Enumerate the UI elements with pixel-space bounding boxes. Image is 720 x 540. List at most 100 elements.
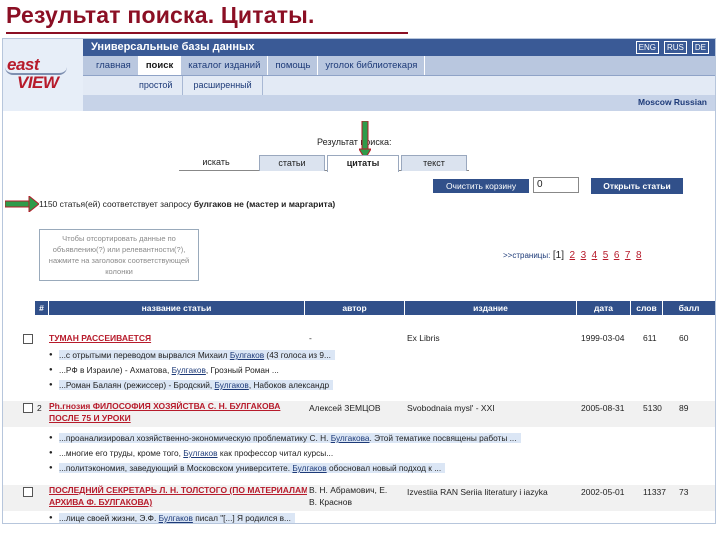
page-link[interactable]: 3: [581, 250, 587, 261]
lang-eng[interactable]: ENG: [635, 41, 659, 54]
location-label: Moscow Russian: [638, 97, 707, 107]
snippet-keyword[interactable]: Булгаков: [215, 380, 249, 390]
open-articles-button[interactable]: Открыть статьи: [591, 178, 683, 194]
snippet-post: , Грозный Роман ...: [205, 365, 279, 375]
article-author: В. Н. Абрамович, Е.: [309, 485, 388, 495]
article-author: Алексей ЗЕМЦОВ: [309, 403, 381, 413]
main-nav: главная поиск каталог изданий помощь уго…: [83, 56, 715, 76]
article-date: 2005-08-31: [581, 403, 625, 413]
col-date[interactable]: дата: [577, 301, 631, 315]
article-date: 1999-03-04: [581, 333, 625, 343]
subnav-simple[interactable]: простой: [129, 76, 184, 95]
snippet-keyword[interactable]: Булгаков: [230, 350, 264, 360]
nav-home[interactable]: главная: [89, 56, 139, 75]
article-source: Izvestiia RAN Seriia literatury i iazyka: [407, 487, 548, 497]
nav-librarian[interactable]: уголок библиотекаря: [318, 56, 426, 75]
snippet-post: обосновал новый подход к ...: [326, 463, 442, 473]
snippet-post: писал "[...] Я родился в...: [192, 513, 291, 523]
quote-snippet: ...проанализировал хозяйственно-экономич…: [49, 433, 609, 445]
arrow-down-icon: [359, 121, 371, 159]
found-count-text: 1150 статья(ей) соответствует запросу бу…: [39, 199, 335, 209]
article-title-link[interactable]: Ph.гнозия ФИЛОСОФИЯ ХОЗЯЙСТВА С. Н. БУЛГ…: [49, 401, 299, 411]
nav-catalog[interactable]: каталог изданий: [181, 56, 269, 75]
site-header: Универсальные базы данных ENG RUS DE: [83, 39, 715, 56]
row-checkbox[interactable]: [23, 487, 33, 497]
article-source: Ex Libris: [407, 333, 440, 343]
quote-snippet: ...Роман Балаян (режиссер) - Бродский, Б…: [49, 380, 399, 392]
tab-quotes[interactable]: цитаты: [327, 155, 399, 172]
col-author[interactable]: автор: [305, 301, 405, 315]
snippet-keyword[interactable]: Булгакова: [331, 433, 370, 443]
snippet-keyword[interactable]: Булгаков: [159, 513, 193, 523]
article-title-link[interactable]: ПОСЛЕДНИЙ СЕКРЕТАРЬ Л. Н. ТОЛСТОГО (ПО М…: [49, 485, 307, 495]
table-row: 2 Ph.гнозия ФИЛОСОФИЯ ХОЗЯЙСТВА С. Н. БУ…: [3, 401, 715, 427]
logo-text-view: VIEW: [17, 73, 59, 92]
snippet-post: (43 голоса из 9...: [264, 350, 331, 360]
result-tabs: искать статьи цитаты текст: [179, 155, 469, 172]
row-number: 2: [37, 403, 42, 413]
article-title-link-cont[interactable]: ПОСЛЕ 75 И УРОКИ: [49, 413, 299, 423]
snippet-keyword[interactable]: Булгаков: [172, 365, 206, 375]
results-table-header: # название статьи автор издание дата сло…: [35, 301, 715, 315]
article-date: 2002-05-01: [581, 487, 625, 497]
article-words: 11337: [643, 487, 667, 497]
tab-search[interactable]: искать: [179, 155, 253, 171]
article-score: 89: [679, 403, 689, 413]
article-author: -: [309, 333, 312, 343]
basket-count-field[interactable]: 0: [533, 177, 579, 193]
tab-text[interactable]: текст: [401, 155, 467, 171]
search-subnav: простой расширенный: [83, 76, 715, 95]
article-words: 5130: [643, 403, 662, 413]
table-row: ТУМАН РАССЕИВАЕТСЯ - Ex Libris 1999-03-0…: [3, 333, 715, 346]
page-link[interactable]: 8: [636, 250, 642, 261]
page-link[interactable]: 7: [625, 250, 631, 261]
language-switcher: ENG RUS DE: [635, 41, 709, 54]
snippet-pre: ...многие его труды, кроме того,: [59, 448, 184, 458]
snippet-post: , Набоков александр: [248, 380, 330, 390]
article-words: 611: [643, 333, 657, 343]
nav-search[interactable]: поиск: [138, 56, 182, 75]
article-title-link[interactable]: ТУМАН РАССЕИВАЕТСЯ: [49, 333, 299, 343]
lang-rus[interactable]: RUS: [663, 41, 687, 54]
col-title[interactable]: название статьи: [49, 301, 305, 315]
quote-snippet: ...РФ в Израиле) - Ахматова, Булгаков, Г…: [49, 365, 399, 377]
location-bar: Moscow Russian: [83, 95, 715, 111]
snippet-pre: ...РФ в Израиле) - Ахматова,: [59, 365, 172, 375]
page-link[interactable]: 2: [570, 250, 576, 261]
pages-label: >>страницы:: [503, 251, 551, 260]
snippet-pre: ...с отрытыми переводом вырвался Михаил: [59, 350, 230, 360]
lang-de[interactable]: DE: [691, 41, 709, 54]
row-checkbox[interactable]: [23, 334, 33, 344]
page-link[interactable]: 4: [592, 250, 598, 261]
row-checkbox[interactable]: [23, 403, 33, 413]
subnav-advanced[interactable]: расширенный: [183, 76, 263, 95]
current-page: [1]: [552, 250, 564, 261]
slide-title: Результат поиска. Цитаты.: [6, 2, 315, 28]
pagination: >>страницы: [1] 2 3 4 5 6 7 8: [503, 250, 642, 261]
article-title-link-cont[interactable]: АРХИВА Ф. БУЛГАКОВА): [49, 497, 299, 507]
sort-hint: Чтобы отсортировать данные по объявлению…: [39, 229, 199, 281]
col-score[interactable]: балл: [663, 301, 715, 315]
page-link[interactable]: 5: [603, 250, 609, 261]
snippet-pre: ...Роман Балаян (режиссер) - Бродский,: [59, 380, 215, 390]
quote-snippet: ...с отрытыми переводом вырвался Михаил …: [49, 350, 399, 362]
article-score: 60: [679, 333, 689, 343]
article-score: 73: [679, 487, 689, 497]
eastview-logo[interactable]: east VIEW: [3, 39, 83, 111]
browser-viewport: east VIEW Универсальные базы данных ENG …: [2, 38, 716, 524]
col-words[interactable]: слов: [631, 301, 663, 315]
snippet-keyword[interactable]: Булгаков: [292, 463, 326, 473]
snippet-pre: ...проанализировал хозяйственно-экономич…: [59, 433, 331, 443]
clear-basket-button[interactable]: Очистить корзину: [433, 179, 529, 193]
page-link[interactable]: 6: [614, 250, 620, 261]
snippet-keyword[interactable]: Булгаков: [183, 448, 217, 458]
site-title: Универсальные базы данных: [91, 41, 255, 53]
col-num[interactable]: #: [35, 301, 49, 315]
result-heading: Результат поиска:: [317, 137, 392, 147]
nav-help[interactable]: помощь: [268, 56, 319, 75]
col-source[interactable]: издание: [405, 301, 577, 315]
found-query: булгаков не (мастер и маргарита): [193, 199, 336, 209]
snippet-post: как профессор читал курсы...: [217, 448, 334, 458]
snippet-post: . Этой тематике посвящены работы ...: [369, 433, 517, 443]
tab-articles[interactable]: статьи: [259, 155, 325, 171]
